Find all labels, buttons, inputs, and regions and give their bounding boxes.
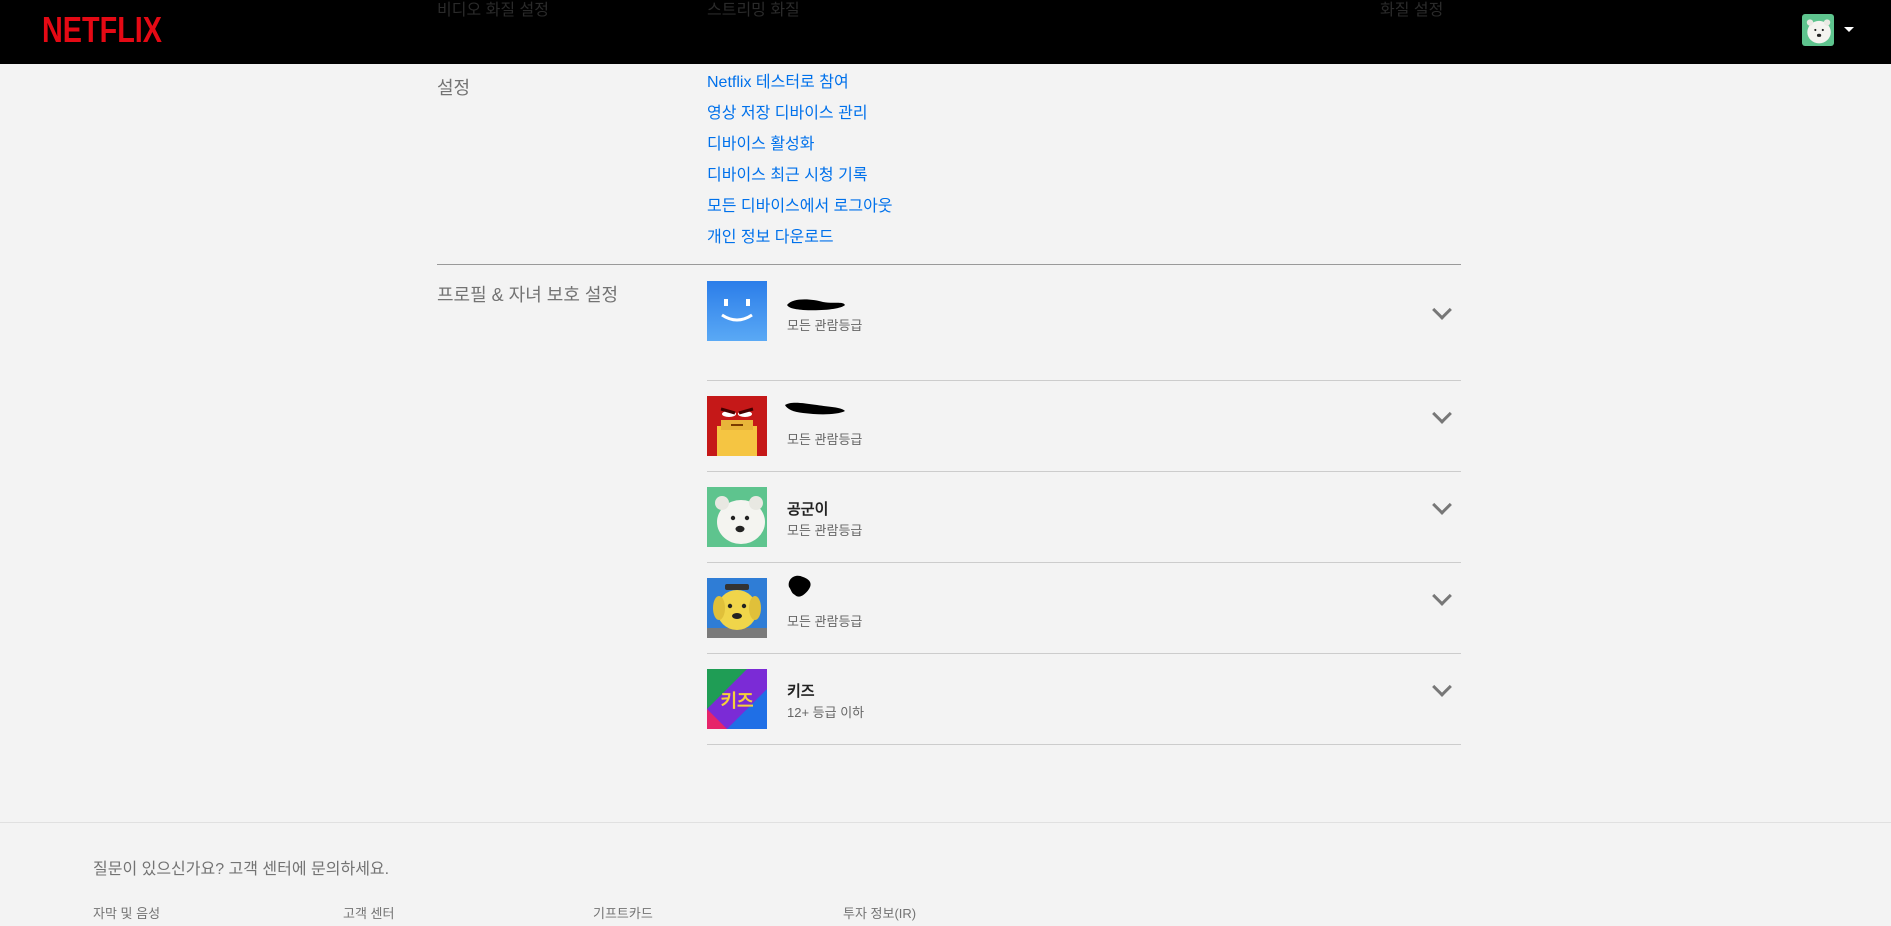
profile-name: 공군이 [787, 501, 829, 518]
chevron-down-icon[interactable] [1432, 404, 1452, 424]
profile-avatar-yellow-dog [707, 578, 767, 638]
profile-avatar-polar-bear [707, 487, 767, 547]
footer-link-audio-subtitles[interactable]: 자막 및 음성 [93, 903, 160, 922]
profile-avatar-kids: 키즈 [707, 669, 767, 729]
link-download-devices[interactable]: 영상 저장 디바이스 관리 [707, 103, 1207, 134]
netflix-logo[interactable]: NETFLIX [40, 8, 164, 48]
logo-text: NETFLIX [42, 9, 162, 48]
profile-row[interactable]: 공군이 모든 관람등급 [707, 472, 1461, 563]
link-sign-out-all-devices[interactable]: 모든 디바이스에서 로그아웃 [707, 196, 1207, 227]
profile-menu-button[interactable] [1802, 14, 1856, 48]
profile-name: 키즈 [787, 683, 815, 700]
profile-row[interactable]: 모든 관람등급 [707, 281, 1461, 381]
footer-divider [0, 822, 1891, 823]
chevron-down-icon[interactable] [1432, 677, 1452, 697]
header-clipped-text: 스트리밍 화질 [707, 2, 800, 19]
profile-rating: 모든 관람등급 [787, 614, 863, 629]
profiles-section-label: 프로필 & 자녀 보호 설정 [437, 285, 619, 305]
caret-down-icon [1844, 27, 1854, 32]
profile-row[interactable]: 키즈 키즈 12+ 등급 이하 [707, 654, 1461, 745]
link-activate-device[interactable]: 디바이스 활성화 [707, 134, 1207, 165]
link-test-participation[interactable]: Netflix 테스터로 참여 [707, 72, 1207, 103]
link-recent-device-streaming[interactable]: 디바이스 최근 시청 기록 [707, 165, 1207, 196]
profile-list: 모든 관람등급 모든 관람등급 공군이 모든 관람등급 모든 관람등급 키즈 키… [707, 281, 1461, 745]
link-download-personal-info[interactable]: 개인 정보 다운로드 [707, 227, 1207, 258]
profile-rating: 모든 관람등급 [787, 318, 863, 333]
chevron-down-icon[interactable] [1432, 586, 1452, 606]
kids-avatar-text: 키즈 [720, 691, 753, 712]
top-header: NETFLIX 비디오 화질 설정 스트리밍 화질 화질 설정 [0, 0, 1891, 64]
redaction-scribble [788, 575, 811, 597]
header-clipped-text: 화질 설정 [1380, 2, 1444, 19]
chevron-down-icon[interactable] [1432, 495, 1452, 515]
profile-avatar-red-angry [707, 396, 767, 456]
redaction-scribble [785, 402, 845, 415]
footer-link-help-center[interactable]: 고객 센터 [343, 903, 394, 922]
profile-rating: 모든 관람등급 [787, 523, 863, 538]
section-divider [437, 264, 1461, 265]
avatar [1802, 14, 1834, 46]
chevron-down-icon[interactable] [1432, 300, 1452, 320]
redaction-scribble [787, 299, 845, 311]
footer-question[interactable]: 질문이 있으신가요? 고객 센터에 문의하세요. [93, 855, 389, 879]
footer-link-gift-cards[interactable]: 기프트카드 [593, 903, 653, 922]
profile-row[interactable]: 모든 관람등급 [707, 563, 1461, 654]
settings-links: Netflix 테스터로 참여 영상 저장 디바이스 관리 디바이스 활성화 디… [707, 72, 1207, 258]
profile-rating: 모든 관람등급 [787, 432, 863, 447]
profile-rating: 12+ 등급 이하 [787, 705, 865, 720]
profile-row[interactable]: 모든 관람등급 [707, 381, 1461, 472]
footer-link-investor-relations[interactable]: 투자 정보(IR) [843, 903, 916, 922]
settings-section-label: 설정 [437, 78, 471, 98]
profile-avatar-blue-smiley [707, 281, 767, 341]
header-clipped-text: 비디오 화질 설정 [437, 2, 549, 19]
